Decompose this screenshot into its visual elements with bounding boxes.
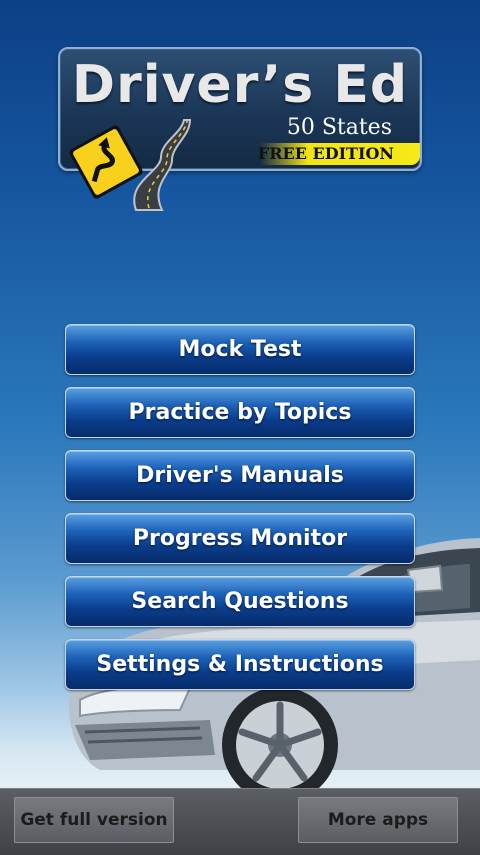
logo-art [69, 119, 192, 211]
main-menu: Mock Test Practice by Topics Driver's Ma… [65, 324, 415, 702]
settings-instructions-button[interactable]: Settings & Instructions [65, 639, 415, 690]
logo-subtitle: 50 States [286, 115, 392, 140]
logo-title: Driver’s Ed [71, 55, 409, 115]
practice-by-topics-button[interactable]: Practice by Topics [65, 387, 415, 438]
bottom-bar: Get full version More apps [0, 788, 480, 855]
road-icon [133, 119, 192, 211]
more-apps-button[interactable]: More apps [298, 797, 458, 843]
progress-monitor-button[interactable]: Progress Monitor [65, 513, 415, 564]
get-full-version-button[interactable]: Get full version [14, 797, 174, 843]
logo-edition: FREE EDITION [257, 144, 394, 163]
mock-test-button[interactable]: Mock Test [65, 324, 415, 375]
search-questions-button[interactable]: Search Questions [65, 576, 415, 627]
drivers-manuals-button[interactable]: Driver's Manuals [65, 450, 415, 501]
